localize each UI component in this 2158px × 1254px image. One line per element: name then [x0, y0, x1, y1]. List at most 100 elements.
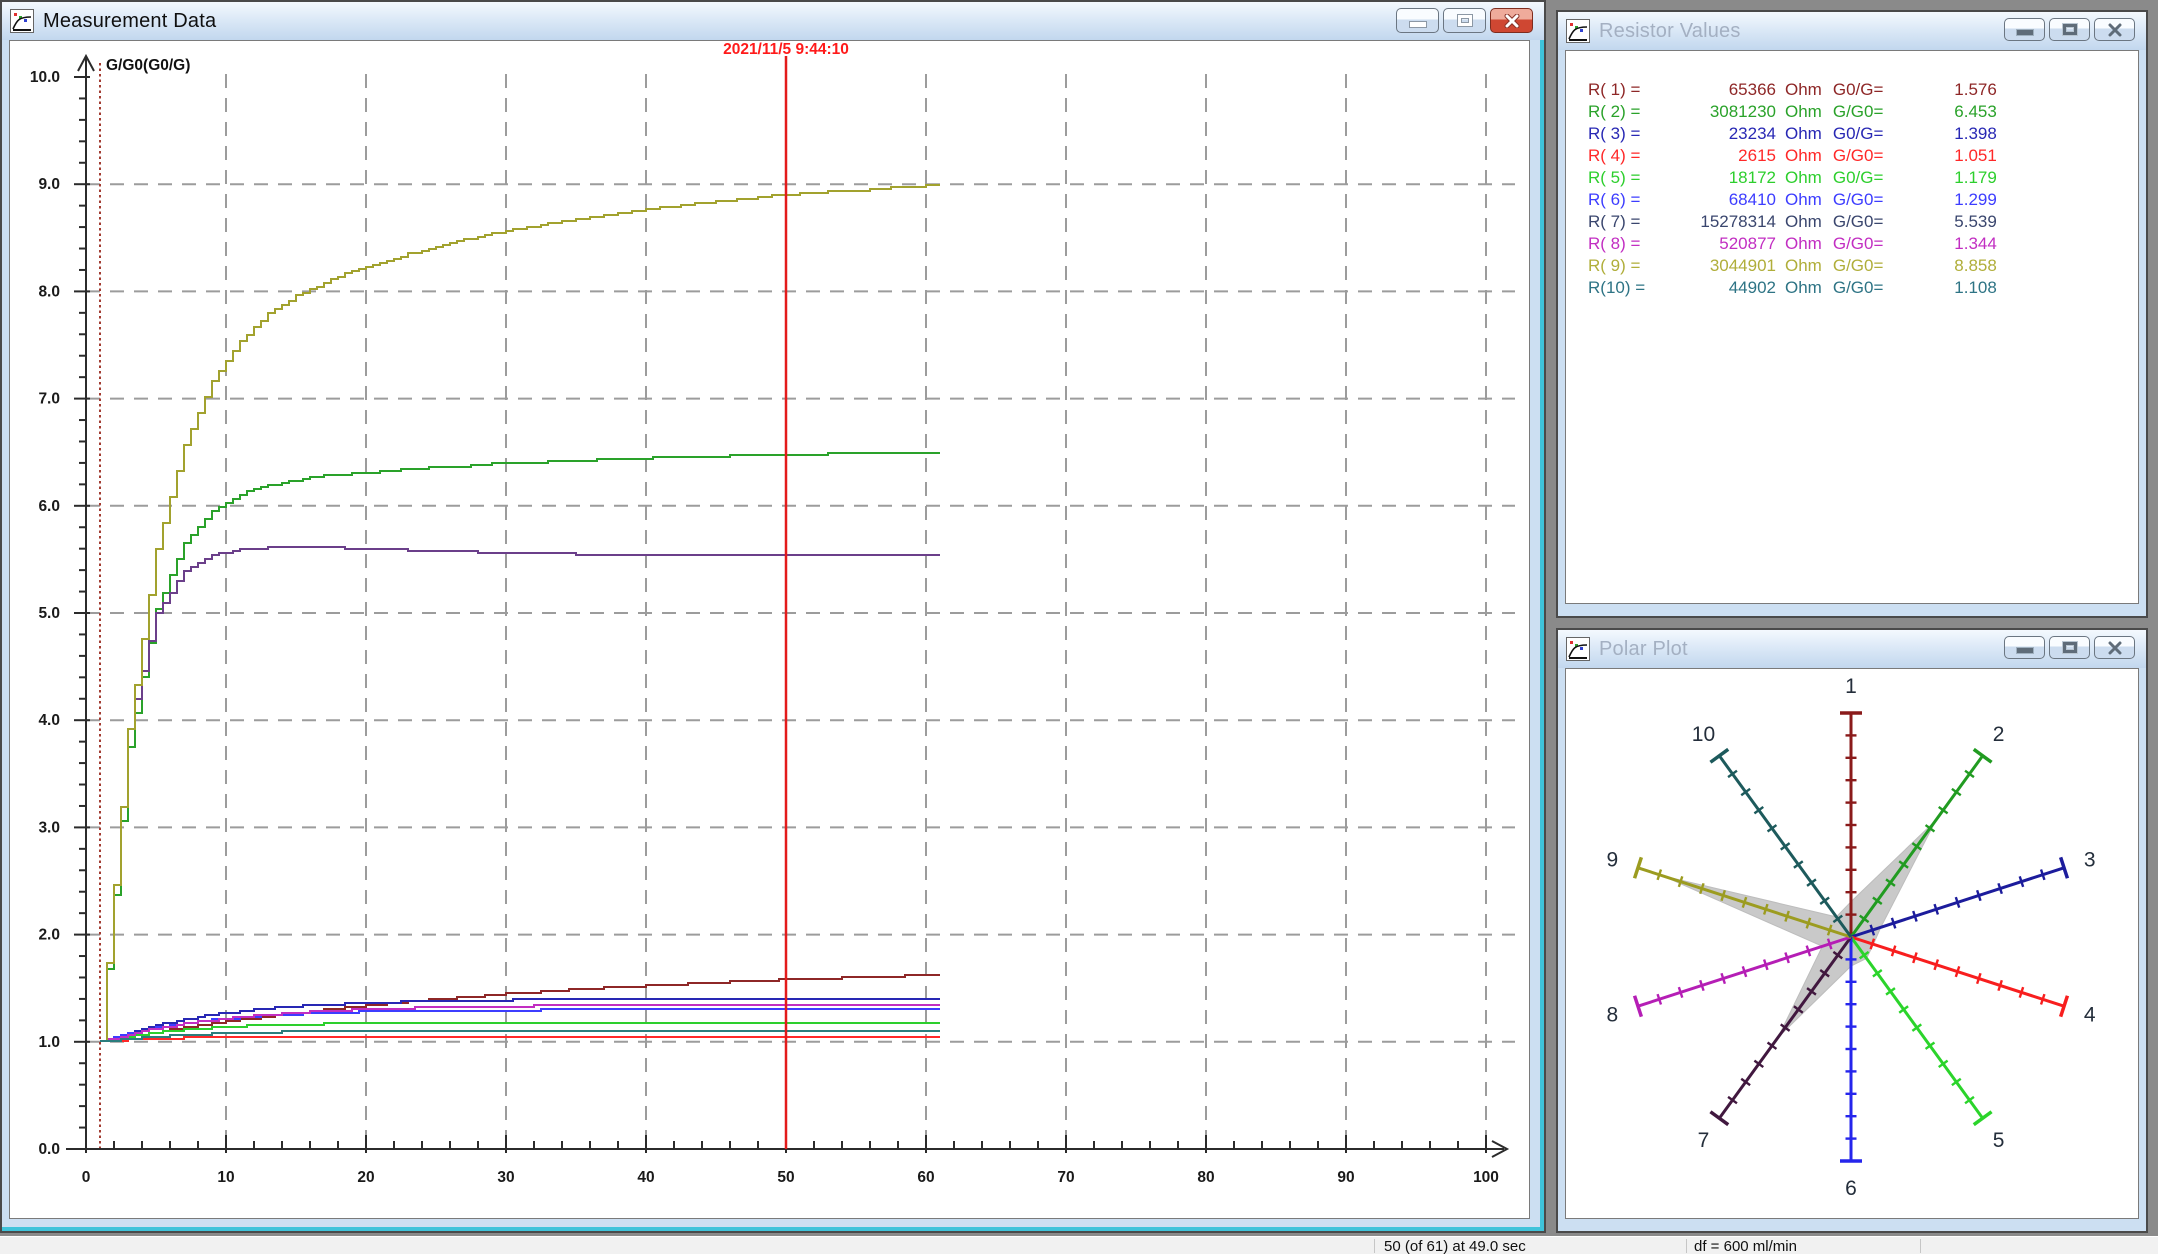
svg-text:50: 50	[777, 1169, 794, 1186]
maximize-icon	[2063, 642, 2077, 653]
cursor-timestamp: 2021/11/5 9:44:10	[723, 41, 849, 58]
r-unit: Ohm	[1785, 146, 1822, 166]
minimize-icon	[1409, 21, 1427, 28]
svg-text:90: 90	[1337, 1169, 1354, 1186]
svg-text:G/G0(G0/G): G/G0(G0/G)	[106, 57, 190, 74]
close-icon	[1504, 14, 1520, 28]
window-resistor-values: Resistor Values R( 1) =65366OhmG0/G=1.57…	[1556, 10, 2148, 618]
r-ratio-label: G/G0=	[1833, 146, 1913, 166]
r-label: R( 9) =	[1588, 256, 1660, 276]
resistor-row: R( 2) =3081230OhmG/G0=6.453	[1566, 101, 2138, 123]
r-ohm: 15278314	[1660, 212, 1776, 232]
r-unit: Ohm	[1785, 256, 1822, 276]
close-button[interactable]	[1490, 8, 1533, 33]
r-label: R( 7) =	[1588, 212, 1660, 232]
minimize-icon	[2016, 29, 2034, 36]
r-label: R( 1) =	[1588, 80, 1660, 100]
r-ratio: 1.179	[1913, 168, 1997, 188]
window-title: Measurement Data	[43, 10, 216, 33]
r-ohm: 18172	[1660, 168, 1776, 188]
resistor-row: R( 7) =15278314OhmG/G0=5.539	[1566, 211, 2138, 233]
measurement-chart-client: 0.01.02.03.04.05.06.07.08.09.010.0010203…	[9, 40, 1530, 1219]
svg-text:1.0: 1.0	[38, 1034, 60, 1051]
r-label: R( 6) =	[1588, 190, 1660, 210]
resistor-row: R( 4) =2615OhmG/G0=1.051	[1566, 145, 2138, 167]
caption-buttons	[2004, 636, 2135, 659]
minimize-button[interactable]	[2004, 636, 2045, 659]
status-separator	[1920, 1239, 1921, 1253]
svg-text:5.0: 5.0	[38, 605, 60, 622]
minimize-button[interactable]	[1396, 8, 1439, 33]
close-button[interactable]	[2094, 18, 2135, 41]
r-ratio: 1.299	[1913, 190, 1997, 210]
r-ratio-label: G/G0=	[1833, 212, 1913, 232]
status-progress: 50 (of 61) at 49.0 sec	[1384, 1238, 1526, 1254]
maximize-button[interactable]	[2049, 18, 2090, 41]
svg-text:10.0: 10.0	[30, 69, 60, 86]
app-chart-icon[interactable]	[1566, 637, 1590, 661]
resistor-row: R( 9) =3044901OhmG/G0=8.858	[1566, 255, 2138, 277]
status-separator	[1374, 1239, 1375, 1253]
svg-text:60: 60	[917, 1169, 934, 1186]
resistor-row: R( 8) =520877OhmG/G0=1.344	[1566, 233, 2138, 255]
resistor-values-client: R( 1) =65366OhmG0/G=1.576R( 2) =3081230O…	[1565, 50, 2139, 604]
maximize-button[interactable]	[1443, 8, 1486, 33]
maximize-button[interactable]	[2049, 636, 2090, 659]
radar-axis-label: 9	[1606, 848, 1618, 871]
r-ratio-label: G/G0=	[1833, 190, 1913, 210]
resistor-list: R( 1) =65366OhmG0/G=1.576R( 2) =3081230O…	[1566, 51, 2138, 299]
titlebar-polar-plot[interactable]: Polar Plot	[1558, 630, 2146, 668]
polar-plot-client: 12345678910	[1565, 668, 2139, 1219]
svg-text:4.0: 4.0	[38, 712, 60, 729]
r-unit: Ohm	[1785, 124, 1822, 144]
minimize-button[interactable]	[2004, 18, 2045, 41]
titlebar-resistor-values[interactable]: Resistor Values	[1558, 12, 2146, 50]
svg-text:3.0: 3.0	[38, 819, 60, 836]
svg-text:10: 10	[217, 1169, 234, 1186]
r-unit: Ohm	[1785, 278, 1822, 298]
resistor-row: R( 5) =18172OhmG0/G=1.179	[1566, 167, 2138, 189]
radar-axis-label: 10	[1692, 723, 1715, 746]
measurement-chart-canvas[interactable]: 0.01.02.03.04.05.06.07.08.09.010.0010203…	[10, 41, 1529, 1218]
r-unit: Ohm	[1785, 80, 1822, 100]
r-ratio: 1.576	[1913, 80, 1997, 100]
r-ratio: 5.539	[1913, 212, 1997, 232]
svg-text:8.0: 8.0	[38, 283, 60, 300]
r-label: R( 4) =	[1588, 146, 1660, 166]
r-ohm: 44902	[1660, 278, 1776, 298]
app-chart-icon[interactable]	[10, 9, 34, 33]
svg-text:7.0: 7.0	[38, 391, 60, 408]
svg-text:0: 0	[82, 1169, 91, 1186]
radar-axis-label: 4	[2084, 1004, 2096, 1027]
close-icon	[2107, 641, 2123, 655]
titlebar-measurement-data[interactable]: Measurement Data	[2, 2, 1544, 40]
caption-buttons	[1396, 8, 1533, 33]
r-unit: Ohm	[1785, 190, 1822, 210]
app-chart-icon[interactable]	[1566, 19, 1590, 43]
r-ohm: 68410	[1660, 190, 1776, 210]
resistor-row: R( 6) =68410 Ohm G/G0=1.299	[1566, 189, 2138, 211]
radar-axis-label: 7	[1698, 1129, 1710, 1152]
r-label: R( 5) =	[1588, 168, 1660, 188]
r-ratio-label: G0/G=	[1833, 124, 1913, 144]
r-label: R( 8) =	[1588, 234, 1660, 254]
close-icon	[2107, 23, 2123, 37]
maximize-icon	[1458, 15, 1472, 26]
r-ratio: 1.344	[1913, 234, 1997, 254]
radar-polygon	[1662, 820, 1936, 1037]
svg-text:40: 40	[637, 1169, 654, 1186]
r-ratio: 8.858	[1913, 256, 1997, 276]
r-ratio-label: G0/G=	[1833, 168, 1913, 188]
svg-text:100: 100	[1473, 1169, 1499, 1186]
status-separator	[1686, 1239, 1687, 1253]
svg-text:9.0: 9.0	[38, 176, 60, 193]
window-title: Resistor Values	[1599, 20, 1741, 43]
close-button[interactable]	[2094, 636, 2135, 659]
status-flow: df = 600 ml/min	[1694, 1238, 1797, 1254]
radar-axis-label: 1	[1845, 675, 1857, 698]
r-ratio-label: G/G0=	[1833, 256, 1913, 276]
r-ratio-label: G/G0=	[1833, 102, 1913, 122]
r-label: R(10) =	[1588, 278, 1660, 298]
r-ratio-label: G0/G=	[1833, 80, 1913, 100]
r-label: R( 2) =	[1588, 102, 1660, 122]
